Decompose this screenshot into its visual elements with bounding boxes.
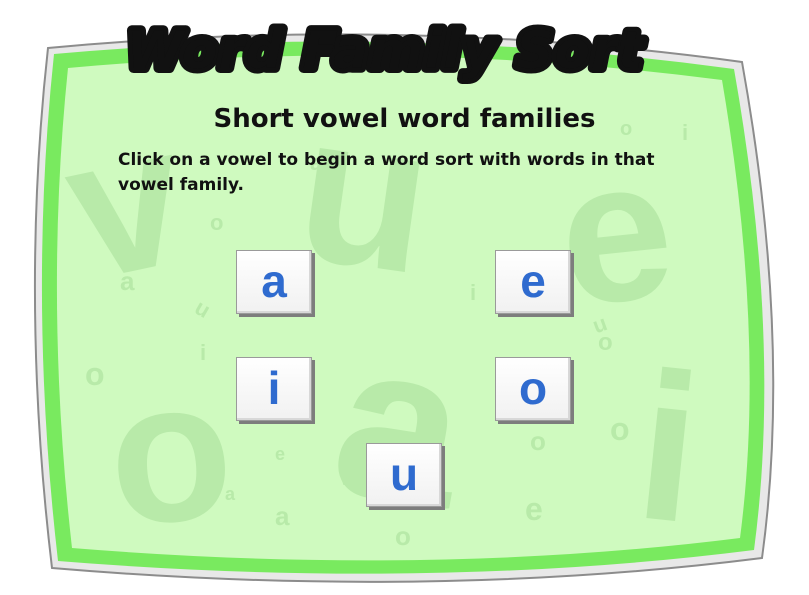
- vowel-button-e[interactable]: e: [495, 250, 571, 314]
- watermark-small-o2: o: [210, 210, 223, 235]
- watermark-small-v: v: [340, 469, 350, 489]
- watermark-small-o: o: [85, 356, 105, 392]
- watermark-small-o3: o: [395, 521, 411, 551]
- watermark-o: o: [102, 337, 239, 568]
- vowel-button-i[interactable]: i: [236, 357, 312, 421]
- watermark-small-o4: o: [530, 426, 546, 456]
- watermark-small-i2: i: [470, 280, 476, 305]
- watermark-small-o6: o: [610, 411, 630, 447]
- page-title: Word Family Sort: [126, 21, 645, 81]
- section-subtitle: Short vowel word families: [213, 104, 596, 134]
- watermark-small-a2: a: [275, 501, 290, 531]
- watermark-small-a3: a: [225, 484, 236, 504]
- watermark-small-i: i: [200, 340, 206, 365]
- instructions-text: Click on a vowel to begin a word sort wi…: [118, 150, 655, 195]
- title-banner: Word Family Sort Word Family Sort: [121, 16, 649, 86]
- vowel-button-a[interactable]: a: [236, 250, 312, 314]
- vowel-button-u[interactable]: u: [366, 443, 442, 507]
- vowel-button-o[interactable]: o: [495, 357, 571, 421]
- watermark-small-e: e: [275, 444, 285, 464]
- watermark-small-a: a: [120, 266, 135, 296]
- watermark-small-e2: e: [525, 491, 543, 527]
- game-stage: v u e o a i a o u i o e a a v o i o e o …: [0, 0, 809, 595]
